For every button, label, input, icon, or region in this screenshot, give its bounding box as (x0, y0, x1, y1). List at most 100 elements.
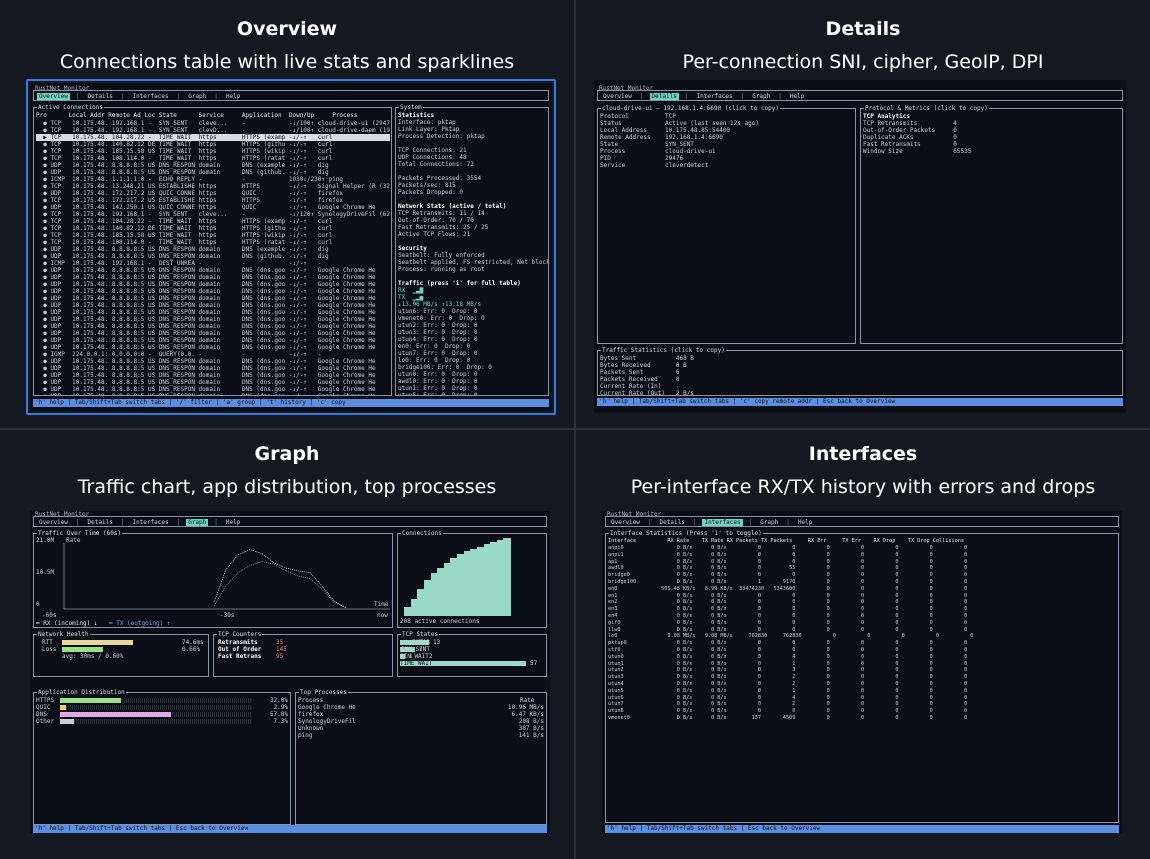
table-row[interactable]: ● IGMP 224.0.0.1: 0.0.0.0:0 - QUERY(0.0.… (36, 351, 390, 358)
table-row[interactable]: ● TCP 10.175.48. 108.114.0 - TIME_WAIT h… (36, 239, 390, 246)
table-row[interactable]: ● UDP 10.175.48. 8.8.8.8:5 US DNS_RESPON… (36, 358, 390, 365)
table-row[interactable]: anpi0 0 B/s 0 B/s 0 0 0 0 0 0 0 (608, 545, 1116, 552)
table-row[interactable]: utun3 0 B/s 0 B/s 0 2 0 0 0 0 0 (608, 674, 1116, 681)
table-row[interactable]: ● ICMP 10.175.48. 192.168.1 - DEST_UNREA… (36, 260, 390, 267)
table-row[interactable]: en4 0 B/s 0 B/s 0 0 0 0 0 0 0 (608, 613, 1116, 620)
table-row[interactable]: vmenet0 0 B/s 0 B/s 137 4509 0 0 0 0 0 (608, 715, 1116, 722)
tab-overview[interactable]: Overview (37, 92, 70, 100)
table-row[interactable]: ● UDP 10.175.48. 8.8.8.8:5 US DNS_RESPON… (36, 379, 390, 386)
table-row[interactable]: ● UDP 10.175.48. 8.8.8.8:5 US DNS_RESPON… (36, 393, 390, 395)
tab-overview[interactable]: Overview (601, 93, 634, 100)
table-row[interactable]: anpi1 0 B/s 0 B/s 0 0 0 0 0 0 0 (608, 552, 1116, 559)
table-row[interactable]: ● UDP 10.175.48. 8.8.8.8:5 US DNS_RESPON… (36, 309, 390, 316)
interfaces-title: Interfaces (808, 443, 918, 465)
table-row[interactable]: ● UDP 10.175.48. 8.8.8.8:5 US DNS_RESPON… (36, 330, 390, 337)
table-row[interactable]: bridge0 0 B/s 0 B/s 0 0 0 0 0 0 0 (608, 572, 1116, 579)
table-row[interactable]: ● TCP 10.175.48. 172.217.2 US ESTABLISHE… (36, 197, 390, 204)
table-row[interactable]: ● UDP 10.175.48. 142.250.1 US QUIC_CONNE… (36, 204, 390, 211)
table-row[interactable]: ● UDP 10.175.48. 8.8.8.8:5 US DNS_RESPON… (36, 386, 390, 393)
table-row[interactable]: ● UDP 10.175.48. 8.8.8.8:5 US DNS_RESPON… (36, 372, 390, 379)
table-row[interactable]: utun7 0 B/s 0 B/s 0 2 0 0 0 0 0 (608, 701, 1116, 708)
connections-table[interactable]: ● TCP 10.175.48. 192.168.1 - SYN_SENT cl… (36, 120, 390, 395)
tab-details[interactable]: Details (86, 519, 115, 526)
table-row[interactable]: ● UDP 10.175.48. 8.8.8.8:5 US DNS_RESPON… (36, 344, 390, 351)
tab-interfaces[interactable]: Interfaces (130, 519, 170, 526)
tab-help[interactable]: Help (224, 93, 242, 100)
table-row[interactable]: en3 0 B/s 0 B/s 0 0 0 0 0 0 0 (608, 606, 1116, 613)
table-row[interactable]: ● TCP 10.175.48. 108.114.0 - TIME_WAIT h… (36, 155, 390, 162)
table-row[interactable]: ● UDP 10.175.48. 8.8.8.8:5 US DNS_RESPON… (36, 337, 390, 344)
table-row[interactable]: ● UDP 10.175.48. 8.8.8.8:5 US DNS_RESPON… (36, 253, 390, 260)
table-row[interactable]: ● UDP 10.175.48. 8.8.8.8:5 US DNS_RESPON… (36, 267, 390, 274)
table-row[interactable]: ● UDP 10.175.48. 8.8.8.8:5 US DNS_RESPON… (36, 281, 390, 288)
table-row[interactable]: ● UDP 10.175.48. 8.8.8.8:5 US DNS_RESPON… (36, 169, 390, 176)
table-row[interactable]: ● TCP 10.175.48. 185.15.58 US TIME_WAIT … (36, 148, 390, 155)
table-row[interactable]: en2 0 B/s 0 B/s 0 0 0 0 0 0 0 (608, 599, 1116, 606)
tab-details[interactable]: Details (658, 519, 687, 526)
top-process-row: ping 141 B/s (298, 732, 544, 739)
table-row[interactable]: utun8 0 B/s 0 B/s 0 0 0 0 0 0 0 (608, 708, 1116, 715)
connection-info-label[interactable]: cloud-drive-ui — 192.168.1.4:6690 (click… (601, 105, 781, 112)
table-row[interactable]: utun0 0 B/s 0 B/s 0 4 0 0 0 0 0 (608, 654, 1116, 661)
table-row[interactable]: awdl0 0 B/s 0 B/s 0 55 0 0 0 0 0 (608, 565, 1116, 572)
tab-help[interactable]: Help (796, 519, 814, 526)
tab-graph[interactable]: Graph (758, 519, 780, 526)
table-row[interactable]: utun4 0 B/s 0 B/s 0 2 0 0 0 0 0 (608, 681, 1116, 688)
table-row[interactable]: ● UDP 10.175.48. 8.8.8.8:5 US DNS_RESPON… (36, 316, 390, 323)
table-row[interactable]: ● TCP 10.175.48. 140.82.12 DE TIME_WAIT … (36, 225, 390, 232)
tab-details[interactable]: Details (86, 93, 115, 100)
top-process-name: ping (298, 732, 313, 739)
table-row[interactable]: ● ICMP 10.175.48. 1.1.1.1:0 - ECHO_REPLY… (36, 176, 390, 183)
table-row[interactable]: ● TCP 10.175.48. 192.168.1 - SYN_SENT cl… (36, 127, 390, 134)
protocol-metrics-label[interactable]: Protocol & Metrics (click to copy) (864, 105, 989, 112)
table-row[interactable]: pktap0 0 B/s 0 B/s 0 0 0 0 0 0 0 (608, 640, 1116, 647)
table-row[interactable]: ● TCP 10.175.48. 104.28.22 - TIME_WAIT h… (36, 218, 390, 225)
table-row[interactable]: en0 505.48 KB/s 8.99 KB/s 33474230 53436… (608, 586, 1116, 593)
traffic-statistics-label[interactable]: Traffic Statistics (click to copy) (601, 347, 726, 354)
tab-graph[interactable]: Graph (186, 518, 209, 526)
protocol-metrics-box: Protocol & Metrics (click to copy) TCP A… (860, 105, 1123, 344)
table-row[interactable]: ● UDP 10.175.48. 8.8.8.8:5 US DNS_RESPON… (36, 162, 390, 169)
details-title: Details (825, 18, 901, 40)
interfaces-table[interactable]: anpi0 0 B/s 0 B/s 0 0 0 0 0 0 0 anpi1 0 B… (608, 545, 1116, 722)
table-row[interactable]: bridge100 0 B/s 0 B/s 1 9170 0 0 0 0 0 (608, 579, 1116, 586)
table-row[interactable]: ● TCP 10.175.48. 140.82.12 DE TIME_WAIT … (36, 141, 390, 148)
app-distribution-row: HTTPS 32.0% (36, 697, 290, 704)
tab-overview[interactable]: Overview (37, 519, 70, 526)
table-row[interactable]: utun1 0 B/s 0 B/s 0 1 0 0 0 0 0 (608, 661, 1116, 668)
top-process-name: firefox (298, 711, 324, 718)
table-row[interactable]: lo0 9.08 MB/s 9.08 MB/s 762830 762830 0 … (608, 633, 1116, 640)
tab-interfaces[interactable]: Interfaces (130, 93, 170, 100)
table-row[interactable]: ● UDP 10.175.48. 8.8.8.8:5 US DNS_RESPON… (36, 302, 390, 309)
table-row[interactable]: stf0 0 B/s 0 B/s 0 0 0 0 0 0 0 (608, 647, 1116, 654)
table-row[interactable]: llw0 0 B/s 0 B/s 0 0 0 0 0 0 0 (608, 627, 1116, 634)
table-row[interactable]: ● UDP 10.175.48. 8.8.8.8:5 US DNS_RESPON… (36, 274, 390, 281)
table-row[interactable]: ● TCP 10.175.48. 185.15.58 US TIME_WAIT … (36, 232, 390, 239)
table-row[interactable]: ● UDP 10.175.48. 8.8.8.8:5 US DNS_RESPON… (36, 295, 390, 302)
table-row[interactable]: ● TCP 10.175.48. 13.248.21 US ESTABLISHE… (36, 183, 390, 190)
table-row[interactable]: ● UDP 10.175.48. 8.8.8.8:5 US DNS_RESPON… (36, 365, 390, 372)
table-row[interactable]: ● UDP 10.175.48. 8.8.8.8:5 US DNS_RESPON… (36, 288, 390, 295)
table-row[interactable]: ap1 0 B/s 0 B/s 0 0 0 0 0 0 0 (608, 559, 1116, 566)
table-row[interactable]: utun6 0 B/s 0 B/s 0 4 0 0 0 0 0 (608, 695, 1116, 702)
table-row[interactable]: utun5 0 B/s 0 B/s 0 1 0 0 0 0 0 (608, 688, 1116, 695)
table-row[interactable]: en1 0 B/s 0 B/s 0 0 0 0 0 0 0 (608, 593, 1116, 600)
tab-overview[interactable]: Overview (609, 519, 642, 526)
system-stat-line (398, 196, 548, 203)
table-row[interactable]: ● UDP 10.175.48. 8.8.8.8:5 US DNS_RESPON… (36, 323, 390, 330)
table-row[interactable]: ● TCP 10.175.48. 192.168.1 - SYN_SENT cl… (36, 120, 390, 127)
tab-interfaces[interactable]: Interfaces (702, 518, 743, 526)
tab-help[interactable]: Help (224, 519, 242, 526)
table-row[interactable]: ▶ TCP 10.175.48. 104.28.22 - TIME_WAIT h… (36, 134, 390, 141)
tab-graph[interactable]: Graph (186, 93, 208, 100)
system-stat-line: Traffic (press 'i' for full table) (398, 280, 521, 287)
tab-graph[interactable]: Graph (750, 93, 772, 100)
tab-help[interactable]: Help (788, 93, 806, 100)
table-row[interactable]: ● UDP 10.175.48. 172.217.2 US QUIC_CONNE… (36, 190, 390, 197)
tab-details[interactable]: Details (649, 92, 679, 100)
table-row[interactable]: gif0 0 B/s 0 B/s 0 0 0 0 0 0 0 (608, 620, 1116, 627)
table-row[interactable]: utun2 0 B/s 0 B/s 0 3 0 0 0 0 0 (608, 667, 1116, 674)
table-row[interactable]: ● TCP 10.175.48. 192.168.1 - SYN_SENT cl… (36, 211, 390, 218)
table-row[interactable]: ● UDP 10.175.48. 8.8.8.8:5 US DNS_RESPON… (36, 246, 390, 253)
tab-interfaces[interactable]: Interfaces (694, 93, 734, 100)
